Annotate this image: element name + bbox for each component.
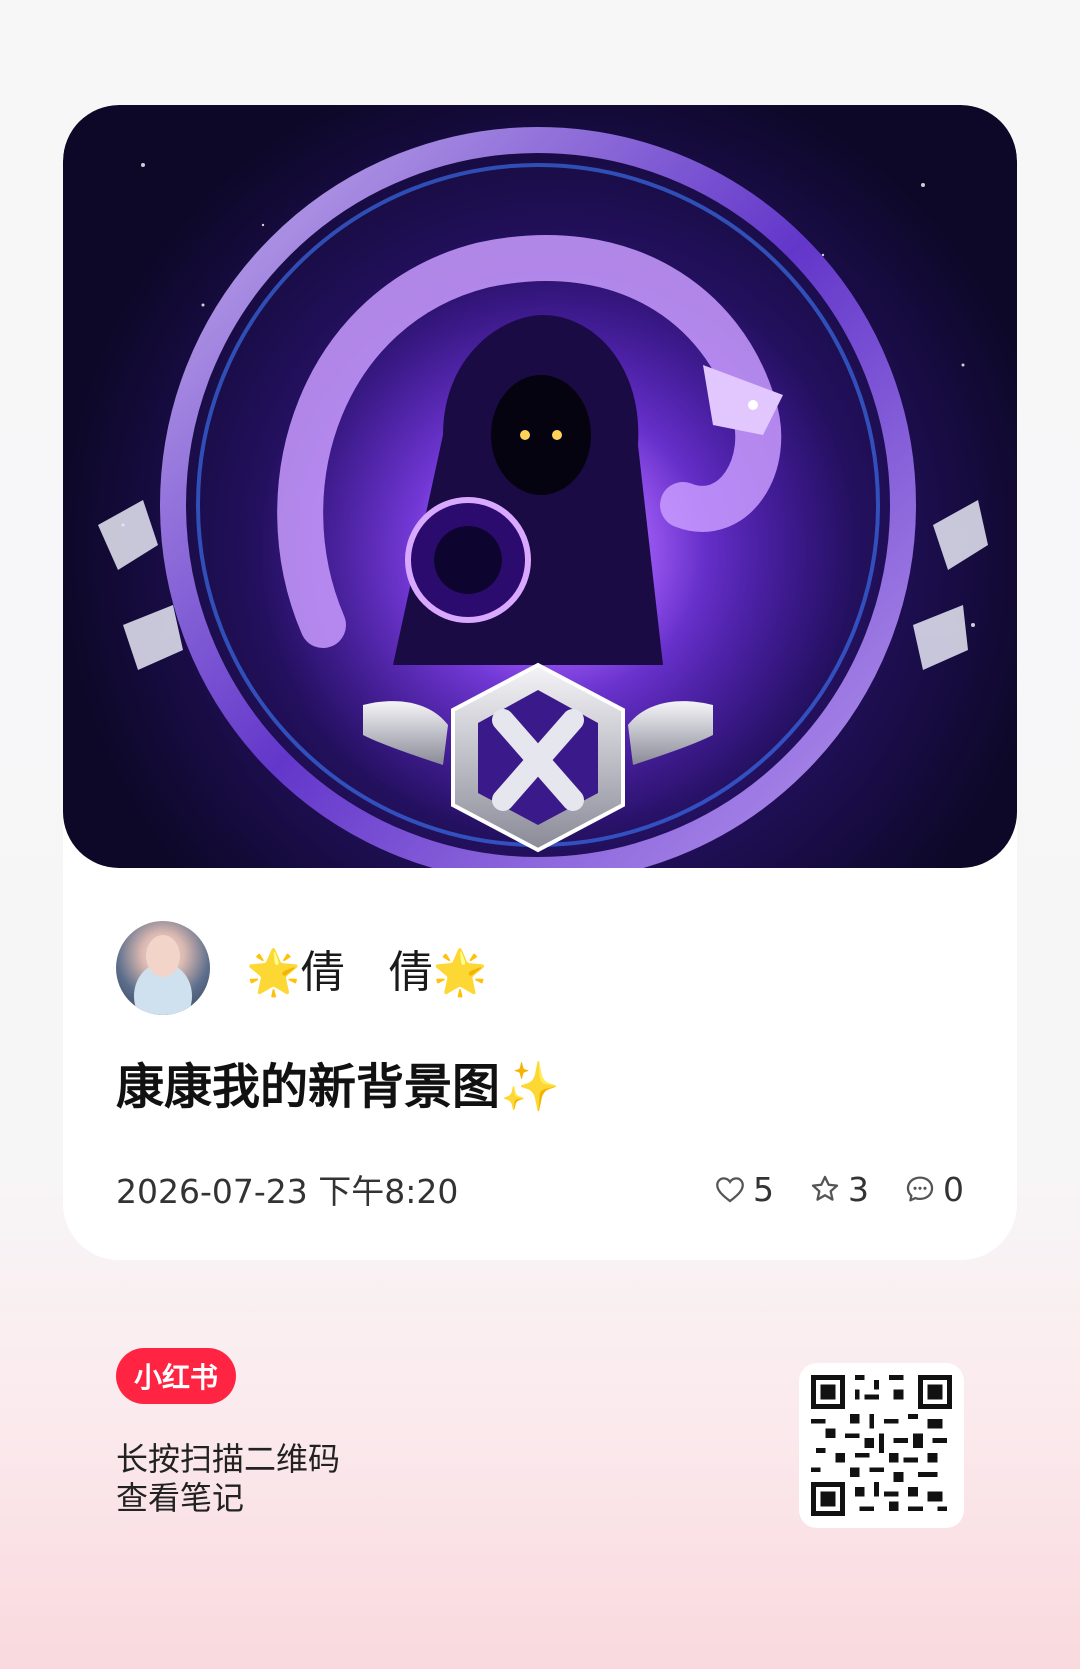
stats-group: 5 3 0 <box>679 1170 964 1209</box>
heart-icon <box>716 1177 744 1203</box>
scan-hint-line1: 长按扫描二维码 <box>116 1440 341 1478</box>
qr-code[interactable] <box>799 1363 964 1528</box>
xiaohongshu-logo: 小红书 <box>116 1348 236 1404</box>
like-stat[interactable]: 5 <box>713 1170 774 1209</box>
collect-count: 3 <box>848 1169 869 1209</box>
note-title: 康康我的新背景图✨ <box>116 1059 560 1115</box>
scan-hint: 长按扫描二维码 查看笔记 <box>116 1440 340 1518</box>
collect-stat[interactable]: 3 <box>808 1170 869 1209</box>
note-card: 🌟倩 倩🌟 康康我的新背景图✨ 2026-07-23 下午8:20 5 3 0 <box>63 105 1017 1260</box>
star-icon <box>811 1175 839 1201</box>
meta-row: 2026-07-23 下午8:20 5 3 0 <box>116 1165 964 1213</box>
author-name[interactable]: 🌟倩 倩🌟 <box>246 936 488 1000</box>
avatar[interactable] <box>116 921 210 1015</box>
footer-info: 小红书 长按扫描二维码 查看笔记 <box>116 1348 340 1518</box>
comment-count: 0 <box>943 1169 964 1209</box>
scan-hint-line2: 查看笔记 <box>116 1479 245 1517</box>
comment-icon <box>906 1176 934 1202</box>
post-date: 2026-07-23 下午8:20 <box>116 1172 459 1211</box>
cover-image[interactable] <box>63 105 1017 868</box>
like-count: 5 <box>753 1169 774 1209</box>
comment-stat[interactable]: 0 <box>903 1170 964 1209</box>
author-row[interactable]: 🌟倩 倩🌟 <box>116 921 488 1015</box>
